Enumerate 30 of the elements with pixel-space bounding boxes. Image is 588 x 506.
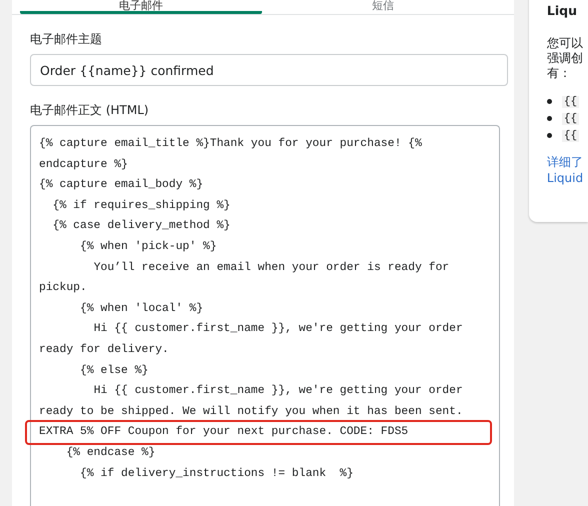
code-line: {% when 'local' %} (79, 302, 204, 317)
panel-text: 有： (546, 66, 572, 81)
field-label: 电子邮件主题 (30, 31, 103, 48)
tab[interactable]: 电子邮件 (20, 0, 262, 14)
help-link[interactable]: 详细了 (546, 154, 588, 170)
help-link[interactable]: Liquid (546, 170, 588, 186)
code-line: You’ll receive an email when your order is ready for pickup. (39, 260, 450, 296)
panel-title: Liqu (546, 3, 578, 18)
bullet-icon (546, 99, 552, 104)
code-line: Hi {{ customer.first_name }}, we're getting your order ready for delivery. (39, 322, 464, 358)
code-snippet: {{ (562, 130, 580, 142)
code-line: {% case delivery_method %} (52, 218, 232, 234)
panel-text: 您可以 (546, 36, 584, 51)
code-line: {% if delivery_instructions != blank %} (79, 466, 354, 482)
highlighted-code-line: EXTRA 5% OFF Coupon for your next purchase. CODE: FDS5 (27, 422, 490, 443)
panel-text: 强调创 (546, 51, 584, 66)
bullet-icon (546, 133, 552, 138)
subject-input-field[interactable]: Order {{name}} confirmed (30, 54, 508, 86)
code-line: {% capture email_title %}Thank you for your purchase! {% endcapture %} (39, 136, 423, 173)
code-line: {% capture email_body %} (39, 178, 204, 194)
code-line: Hi {{ customer.first_name }}, we're getting your order ready to be shipped. We will notify you when it has been sent. (39, 384, 464, 420)
code-snippet: {{ (562, 96, 580, 108)
code-line: {% endcase %} (65, 446, 156, 461)
code-snippet: {{ (562, 112, 580, 124)
tab[interactable]: 短信 (262, 0, 504, 14)
field-label: 电子邮件正文 (HTML) (30, 102, 150, 119)
code-line: {% else %} (79, 364, 150, 379)
code-line: {% when 'pick-up' %} (79, 240, 218, 255)
bullet-icon (546, 116, 552, 121)
code-line: {% if requires_shipping %} (52, 198, 232, 214)
